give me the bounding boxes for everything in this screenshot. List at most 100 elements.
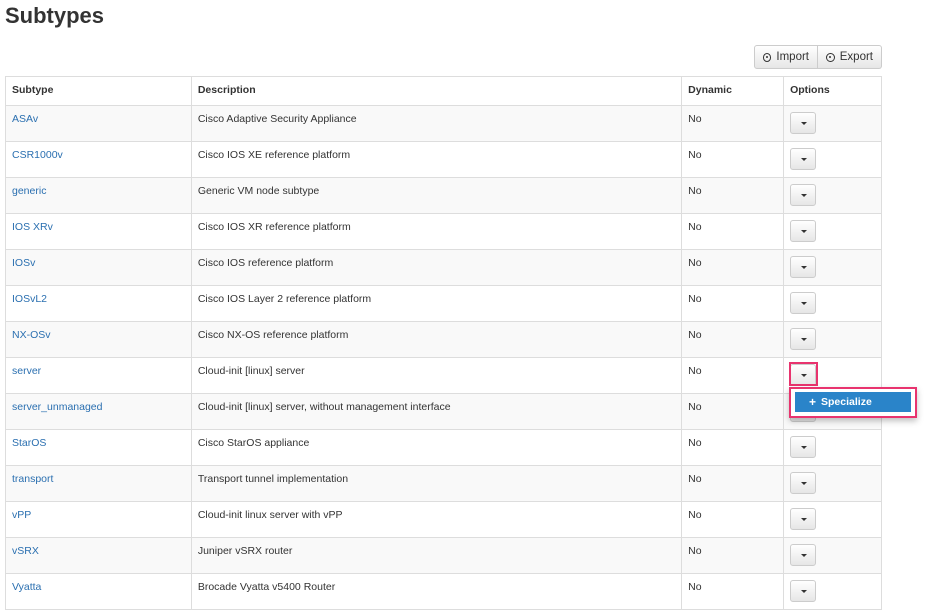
description-cell: Cloud-init linux server with vPP xyxy=(190,501,683,538)
subtype-link[interactable]: NX-OSv xyxy=(12,329,51,341)
options-dropdown-button[interactable] xyxy=(790,220,817,242)
subtype-cell: vSRX xyxy=(5,537,192,574)
subtype-link[interactable]: ASAv xyxy=(12,113,38,125)
options-dropdown-button[interactable] xyxy=(790,328,817,350)
dynamic-cell: No xyxy=(681,105,785,142)
options-dropdown-button[interactable] xyxy=(790,148,817,170)
options-dropdown-button[interactable] xyxy=(790,436,817,458)
subtype-link[interactable]: IOSv xyxy=(12,257,35,269)
subtype-cell: vPP xyxy=(5,501,192,538)
export-label: Export xyxy=(839,51,873,63)
options-cell xyxy=(783,429,882,466)
table-row: IOSv Cisco IOS reference platform No xyxy=(5,249,882,286)
subtype-link[interactable]: StarOS xyxy=(12,437,46,449)
options-dropdown-button[interactable] xyxy=(790,580,817,602)
options-dropdown-button[interactable] xyxy=(790,472,817,494)
export-button[interactable]: Export xyxy=(818,45,882,69)
subtype-cell: IOSv xyxy=(5,249,192,286)
options-dropdown-button[interactable] xyxy=(790,184,817,206)
subtype-cell: IOSvL2 xyxy=(5,285,192,322)
table-row: generic Generic VM node subtype No xyxy=(5,177,882,214)
description-cell: Juniper vSRX router xyxy=(190,537,683,574)
caret-down-icon xyxy=(801,338,808,341)
options-cell xyxy=(783,141,882,178)
caret-down-icon xyxy=(801,302,808,305)
subtype-cell: NX-OSv xyxy=(5,321,192,358)
import-icon xyxy=(763,52,772,62)
import-export-group: Import Export xyxy=(754,45,882,69)
dynamic-cell: No xyxy=(681,537,785,574)
options-dropdown-button[interactable] xyxy=(790,256,817,278)
dynamic-cell: No xyxy=(681,213,785,250)
description-cell: Brocade Vyatta v5400 Router xyxy=(190,573,683,610)
export-icon xyxy=(826,52,835,62)
options-cell xyxy=(783,213,882,250)
caret-down-icon xyxy=(801,482,808,485)
header-subtype: Subtype xyxy=(5,76,192,106)
subtype-link[interactable]: IOSvL2 xyxy=(12,293,47,305)
dynamic-cell: No xyxy=(681,501,785,538)
subtype-cell: CSR1000v xyxy=(5,141,192,178)
options-cell xyxy=(783,105,882,142)
options-cell xyxy=(783,249,882,286)
description-cell: Cisco NX-OS reference platform xyxy=(190,321,683,358)
options-dropdown-button[interactable] xyxy=(790,292,817,314)
header-description: Description xyxy=(190,76,683,106)
dynamic-cell: No xyxy=(681,321,785,358)
dynamic-cell: No xyxy=(681,285,785,322)
description-cell: Cisco Adaptive Security Appliance xyxy=(190,105,683,142)
dynamic-cell: No xyxy=(681,177,785,214)
subtype-link[interactable]: CSR1000v xyxy=(12,149,63,161)
subtype-link[interactable]: vPP xyxy=(12,509,31,521)
subtype-cell: generic xyxy=(5,177,192,214)
subtype-link[interactable]: Vyatta xyxy=(12,581,41,593)
import-label: Import xyxy=(776,51,809,63)
subtype-cell: server xyxy=(5,357,192,394)
table-row: CSR1000v Cisco IOS XE reference platform N… xyxy=(5,141,882,178)
table-row: IOS XRv Cisco IOS XR reference platform No xyxy=(5,213,882,250)
table-row: transport Transport tunnel implementation… xyxy=(5,465,882,502)
table-row: server_unmanaged Cloud-init [linux] serve… xyxy=(5,393,882,430)
subtype-cell: server_unmanaged xyxy=(5,393,192,430)
subtype-cell: IOS XRv xyxy=(5,213,192,250)
table-row: NX-OSv Cisco NX-OS reference platform No xyxy=(5,321,882,358)
specialize-menu-item[interactable]: + Specialize xyxy=(795,392,911,412)
description-cell: Generic VM node subtype xyxy=(190,177,683,214)
import-button[interactable]: Import xyxy=(754,45,818,69)
options-cell xyxy=(783,465,882,502)
options-dropdown-button[interactable] xyxy=(790,508,817,530)
caret-down-icon xyxy=(801,518,808,521)
table-row: ASAv Cisco Adaptive Security Appliance No xyxy=(5,105,882,142)
caret-down-icon xyxy=(801,194,808,197)
options-dropdown-button[interactable] xyxy=(790,112,817,134)
subtype-link[interactable]: server xyxy=(12,365,41,377)
caret-down-icon xyxy=(801,374,808,377)
description-cell: Cisco IOS XE reference platform xyxy=(190,141,683,178)
table-row: StarOS Cisco StarOS appliance No xyxy=(5,429,882,466)
subtypes-page: Subtypes Import Export Subtype Descripti… xyxy=(0,0,925,614)
description-cell: Cisco StarOS appliance xyxy=(190,429,683,466)
subtype-link[interactable]: generic xyxy=(12,185,46,197)
subtype-link[interactable]: server_unmanaged xyxy=(12,401,102,413)
subtypes-table: Subtype Description Dynamic Options ASAv… xyxy=(5,76,882,610)
caret-down-icon xyxy=(801,590,808,593)
caret-down-icon xyxy=(801,158,808,161)
caret-down-icon xyxy=(801,446,808,449)
subtype-cell: StarOS xyxy=(5,429,192,466)
description-cell: Transport tunnel implementation xyxy=(190,465,683,502)
subtype-link[interactable]: vSRX xyxy=(12,545,39,557)
options-dropdown-button[interactable] xyxy=(790,544,817,566)
table-body: ASAv Cisco Adaptive Security Appliance No C… xyxy=(5,105,882,610)
options-cell xyxy=(783,573,882,610)
description-cell: Cisco IOS reference platform xyxy=(190,249,683,286)
options-dropdown-button[interactable] xyxy=(790,364,817,386)
dynamic-cell: No xyxy=(681,393,785,430)
subtype-cell: transport xyxy=(5,465,192,502)
subtype-link[interactable]: transport xyxy=(12,473,53,485)
dynamic-cell: No xyxy=(681,141,785,178)
subtype-link[interactable]: IOS XRv xyxy=(12,221,53,233)
caret-down-icon xyxy=(801,230,808,233)
subtype-cell: ASAv xyxy=(5,105,192,142)
description-cell: Cloud-init [linux] server xyxy=(190,357,683,394)
description-cell: Cloud-init [linux] server, without manag… xyxy=(190,393,683,430)
